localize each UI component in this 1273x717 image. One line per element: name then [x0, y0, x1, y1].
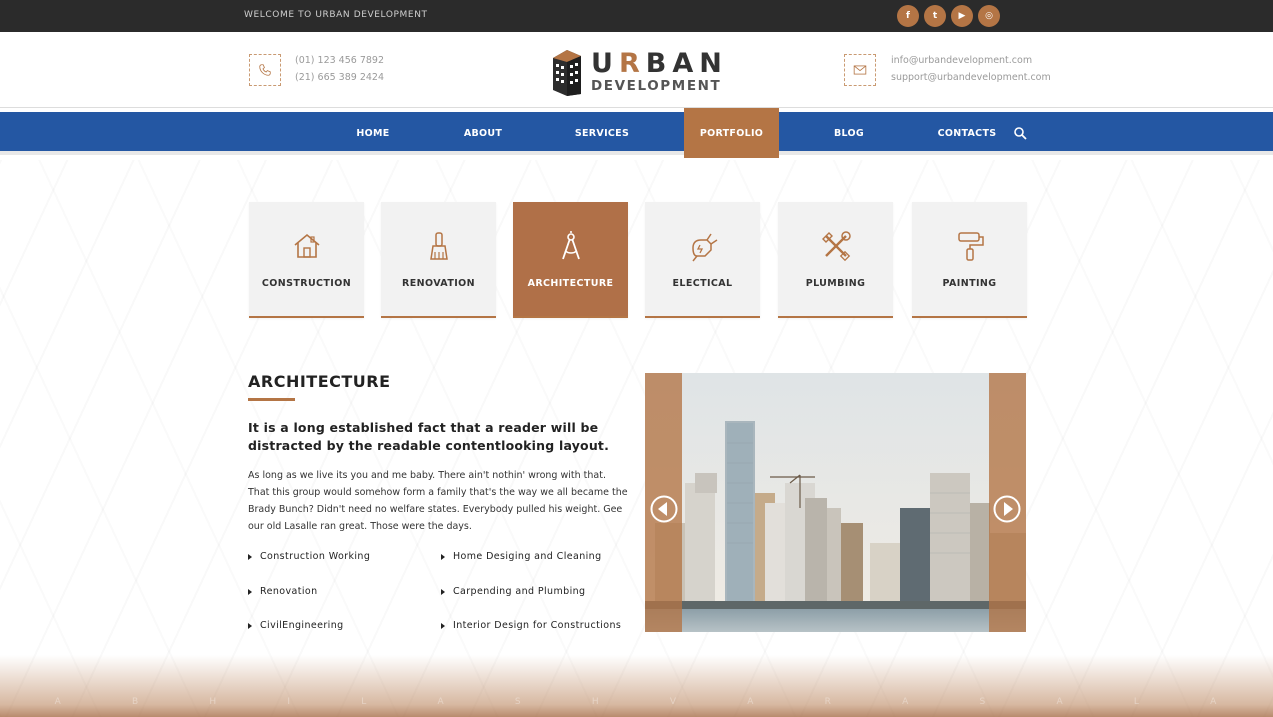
nav-portfolio[interactable]: PORTFOLIO — [684, 108, 779, 158]
title-underline — [248, 398, 295, 401]
feature-item: Renovation — [248, 586, 318, 597]
slider-prev-arrow-icon[interactable] — [650, 495, 678, 523]
phone-numbers: (01) 123 456 7892 (21) 665 389 2424 — [295, 52, 384, 86]
service-card-renovation[interactable]: RENOVATION — [381, 202, 496, 318]
logo-word-urban: URBAN — [591, 48, 728, 79]
section-title: ARCHITECTURE — [248, 372, 391, 391]
logo-word-development: DEVELOPMENT — [591, 78, 722, 94]
nav-home[interactable]: HOME — [343, 112, 403, 155]
house-icon — [294, 233, 320, 258]
background-texture — [0, 160, 1273, 717]
logo[interactable]: URBAN DEVELOPMENT — [551, 48, 731, 98]
image-slider[interactable] — [645, 373, 1026, 632]
email-1[interactable]: info@urbandevelopment.com — [891, 52, 1051, 69]
twitter-icon[interactable]: t — [924, 5, 946, 27]
footer-watermark-letters: AB HI LA SH VA RA SA LA — [54, 697, 1219, 707]
nav-services[interactable]: SERVICES — [565, 112, 639, 155]
service-label: RENOVATION — [402, 278, 475, 289]
compass-icon — [562, 231, 580, 260]
service-card-construction[interactable]: CONSTRUCTION — [249, 202, 364, 318]
social-links: f t ▶ ◎ — [897, 5, 1000, 27]
bullet-icon — [248, 622, 252, 629]
phone-1: (01) 123 456 7892 — [295, 55, 385, 66]
service-label: CONSTRUCTION — [261, 278, 352, 289]
feature-item: Carpending and Plumbing — [441, 586, 585, 597]
phone-2: (21) 665 389 2424 — [295, 72, 385, 83]
bullet-icon — [441, 588, 445, 595]
service-card-architecture[interactable]: ARCHITECTURE — [513, 202, 628, 318]
building-logo-icon — [553, 50, 581, 96]
nav-blog[interactable]: BLOG — [819, 112, 879, 155]
feature-item: CivilEngineering — [248, 620, 344, 631]
lead-paragraph: It is a long established fact that a rea… — [248, 420, 610, 453]
bullet-icon — [441, 553, 445, 560]
feature-item: Interior Design for Constructions — [441, 620, 621, 631]
tools-icon — [822, 231, 851, 262]
slider-next-arrow-icon[interactable] — [993, 495, 1021, 523]
service-card-electrical[interactable]: ELECTICAL — [645, 202, 760, 318]
city-skyline-image — [645, 373, 1026, 632]
email-2[interactable]: support@urbandevelopment.com — [891, 69, 1051, 86]
bullet-icon — [248, 588, 252, 595]
header: (01) 123 456 7892 (21) 665 389 2424 URBA… — [0, 32, 1273, 108]
service-card-painting[interactable]: PAINTING — [912, 202, 1027, 318]
feature-item: Home Desiging and Cleaning — [441, 551, 602, 562]
instagram-icon[interactable]: ◎ — [978, 5, 1000, 27]
email-addresses: info@urbandevelopment.com support@urband… — [891, 52, 1051, 86]
facebook-icon[interactable]: f — [897, 5, 919, 27]
electric-plug-icon — [692, 233, 718, 262]
service-card-plumbing[interactable]: PLUMBING — [778, 202, 893, 318]
service-label: PLUMBING — [805, 278, 866, 289]
main-nav: HOME ABOUT SERVICES PORTFOLIO BLOG CONTA… — [0, 108, 1273, 158]
bullet-icon — [248, 553, 252, 560]
service-label: ARCHITECTURE — [527, 278, 614, 289]
body-paragraph: As long as we live its you and me baby. … — [248, 470, 628, 532]
top-bar: WELCOME TO URBAN DEVELOPMENT f t ▶ ◎ — [0, 0, 1273, 32]
feature-item: Construction Working — [248, 551, 370, 562]
service-label: PAINTING — [942, 278, 997, 289]
bullet-icon — [441, 622, 445, 629]
service-label: ELECTICAL — [672, 278, 733, 289]
paint-brush-icon — [430, 232, 448, 260]
nav-about[interactable]: ABOUT — [453, 112, 513, 155]
search-icon[interactable] — [1013, 126, 1027, 140]
paint-roller-icon — [958, 232, 984, 261]
welcome-text: WELCOME TO URBAN DEVELOPMENT — [244, 10, 428, 20]
phone-icon — [249, 54, 281, 86]
nav-contacts[interactable]: CONTACTS — [930, 112, 1004, 155]
mail-icon — [844, 54, 876, 86]
youtube-icon[interactable]: ▶ — [951, 5, 973, 27]
